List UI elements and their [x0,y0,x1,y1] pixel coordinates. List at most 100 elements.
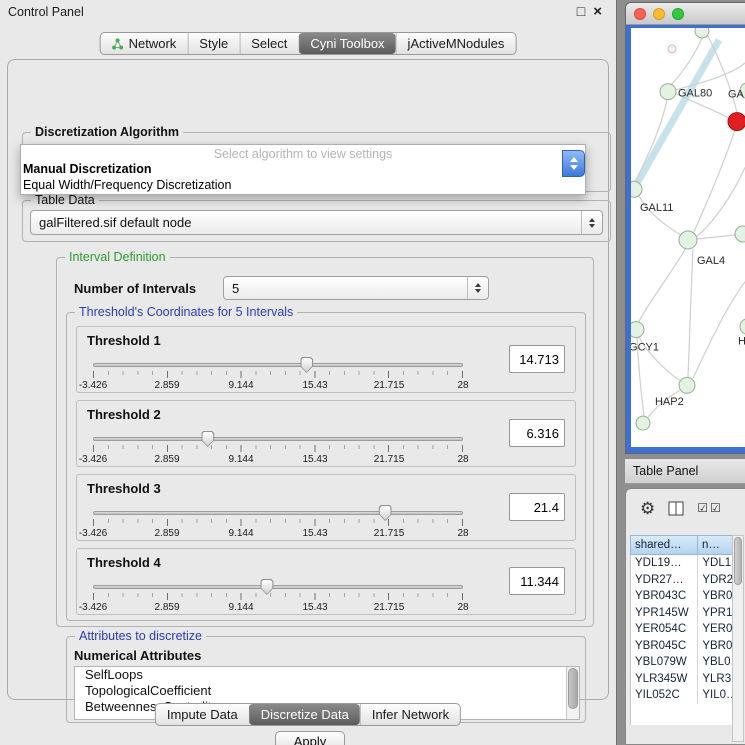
dropdown-option-equal-width-frequency-discretization[interactable]: Equal Width/Frequency Discretization [21,177,585,193]
node-hap2[interactable] [679,377,695,393]
table-row[interactable]: YDL19…YDL1… [631,555,734,572]
table-cell[interactable]: YBR045C [631,638,698,655]
slider-track[interactable] [93,437,463,441]
algorithm-legend: Discretization Algorithm [31,125,183,139]
minimize-icon[interactable]: □ [577,3,585,20]
table-cell[interactable]: YDL1… [698,555,734,572]
table-cell[interactable]: YLR345W [631,671,698,688]
tab-style[interactable]: Style [187,33,239,54]
threshold-panel-3: Threshold 3 -3.4262.8599.14415.4321.71528 [76,474,576,541]
tab-impute-data[interactable]: Impute Data [156,704,249,725]
threshold-value-input[interactable] [509,493,565,521]
table-row[interactable]: YBR045CYBR0… [631,638,734,655]
slider-thumb[interactable] [300,357,313,373]
threshold-slider[interactable]: -3.4262.8599.14415.4321.71528 [93,579,463,613]
node-h[interactable] [740,319,745,335]
scale-label: -3.426 [79,454,107,465]
tab-select[interactable]: Select [239,33,298,54]
threshold-slider[interactable]: -3.4262.8599.14415.4321.71528 [93,431,463,465]
table-cell[interactable]: YDR2… [698,572,734,589]
threshold-slider[interactable]: -3.4262.8599.14415.4321.71528 [93,357,463,391]
tab-discretize-data[interactable]: Discretize Data [249,704,360,725]
table-cell[interactable]: YIL052C [631,687,698,704]
tab-cyni-toolbox[interactable]: Cyni Toolbox [298,33,395,54]
tab-jactivemnodules[interactable]: jActiveMNodules [396,33,516,54]
apply-button[interactable]: Apply [275,731,345,745]
table-cell[interactable]: YBL0… [698,654,734,671]
tab-network[interactable]: Network [101,33,188,54]
select-all-icons[interactable]: ☑ ☑ [697,502,721,514]
node[interactable] [695,28,709,38]
table-cell[interactable]: YBL079W [631,654,698,671]
slider-track[interactable] [93,585,463,589]
table-cell[interactable]: YDL19… [631,555,698,572]
table-row[interactable]: YIL052CYIL0… [631,687,734,704]
attribute-item-topologicalcoefficient[interactable]: TopologicalCoefficient [75,683,579,699]
threshold-value-input[interactable] [509,345,565,373]
tab-label: Impute Data [167,707,238,722]
dropdown-option-manual-discretization[interactable]: Manual Discretization [21,161,585,177]
slider-scale-labels: -3.4262.8599.14415.4321.71528 [93,380,463,391]
table-row[interactable]: YDR27…YDR2… [631,572,734,589]
table-cell[interactable]: YBR0… [698,588,734,605]
table-data-legend: Table Data [31,193,99,207]
column-header-shared-name[interactable]: shared… [630,535,698,555]
network-canvas[interactable]: GAL80GAGAL11GAL4GCY1HHAP2 [631,28,745,447]
combo-arrows-icon[interactable] [581,211,602,234]
threshold-slider[interactable]: -3.4262.8599.14415.4321.71528 [93,505,463,539]
number-of-intervals-label: Number of Intervals [74,281,196,296]
column-header-name[interactable]: n… [698,535,734,555]
columns-icon[interactable] [668,501,684,516]
table-cell[interactable]: YER054C [631,621,698,638]
table-cell[interactable]: YDR27… [631,572,698,589]
node-gal4[interactable] [679,231,697,249]
node-gal11[interactable] [631,181,642,197]
gear-icon[interactable]: ⚙ [640,500,655,517]
table-row[interactable]: YLR345WYLR3… [631,671,734,688]
threshold-label: Threshold 3 [87,481,161,496]
minimize-traffic-light-icon[interactable] [653,8,665,20]
scrollbar-thumb[interactable] [734,537,742,585]
threshold-value-input[interactable] [509,567,565,595]
table-cell[interactable]: YER0… [698,621,734,638]
slider-thumb[interactable] [260,579,273,595]
table-cell[interactable]: YLR3… [698,671,734,688]
number-of-intervals-combo[interactable]: 5 [223,276,489,300]
table-cell[interactable]: YBR0… [698,638,734,655]
attributes-scrollbar[interactable] [566,667,579,719]
table-scrollbar[interactable] [732,535,744,742]
scale-label: 28 [457,602,468,613]
algorithm-combo-stepper[interactable] [562,150,585,177]
attribute-item-selfloops[interactable]: SelfLoops [75,667,579,683]
table-row[interactable]: YER054CYER0… [631,621,734,638]
table-data-combo[interactable]: galFiltered.sif default node [30,210,603,235]
scale-label: 15.43 [302,454,327,465]
slider-thumb[interactable] [201,431,214,447]
slider-track[interactable] [93,363,463,367]
close-traffic-light-icon[interactable] [634,8,646,20]
attributes-legend: Attributes to discretize [75,629,206,643]
tab-infer-network[interactable]: Infer Network [360,704,460,725]
table-row[interactable]: YBL079WYBL0… [631,654,734,671]
node-gcy1[interactable] [631,322,644,338]
node-gal80[interactable] [660,84,676,100]
combo-arrows-icon[interactable] [467,277,488,299]
table-cell[interactable]: YPR145W [631,605,698,622]
threshold-panel-2: Threshold 2-3.4262.8599.14415.4321.71528 [76,400,576,467]
table-row[interactable]: YBR043CYBR0… [631,588,734,605]
table-cell[interactable]: YPR1… [698,605,734,622]
threshold-value-input[interactable] [509,419,565,447]
table-cell[interactable]: YIL0… [698,687,734,704]
node[interactable] [728,113,745,131]
slider-track[interactable] [93,511,463,515]
node[interactable] [735,226,745,242]
bottom-tab-bar: Impute Data Discretize DataInfer Network [155,703,461,726]
zoom-traffic-light-icon[interactable] [672,8,684,20]
node[interactable] [668,45,676,53]
table-row[interactable]: YPR145WYPR1… [631,605,734,622]
scrollbar-thumb[interactable] [568,668,578,709]
node[interactable] [636,416,650,430]
slider-thumb[interactable] [379,505,392,521]
close-icon[interactable]: × [593,3,602,20]
table-cell[interactable]: YBR043C [631,588,698,605]
